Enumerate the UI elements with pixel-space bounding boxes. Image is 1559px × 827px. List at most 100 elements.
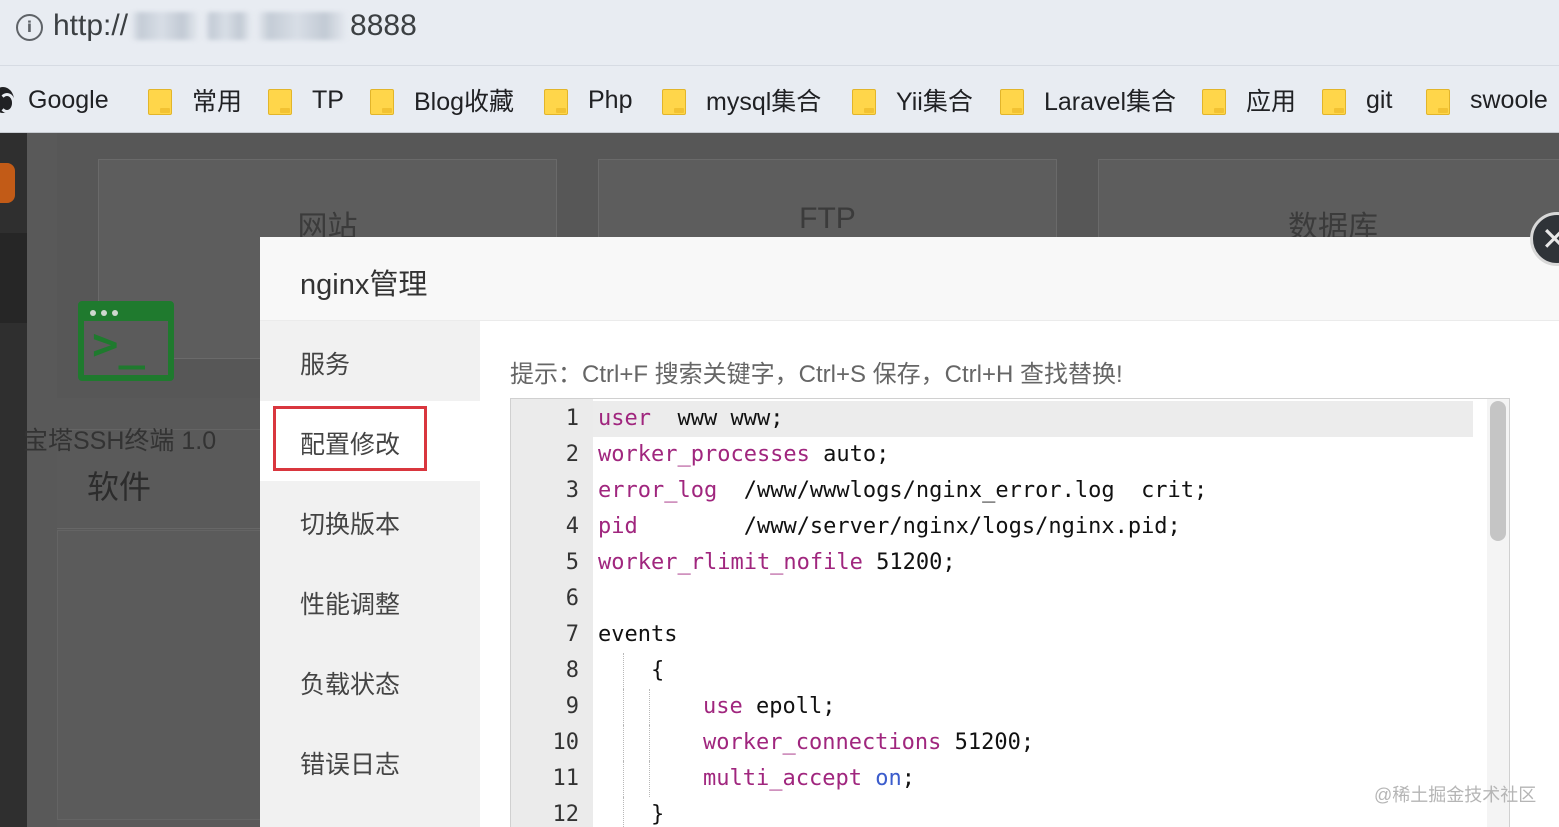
- ssh-terminal-label: 宝塔SSH终端 1.0: [23, 427, 217, 455]
- google-icon: [0, 87, 15, 113]
- folder-icon: [370, 87, 394, 115]
- nav-item-label: 服务: [300, 351, 351, 379]
- line-number: 11: [552, 766, 580, 791]
- code-text: worker_rlimit_nofile 51200;: [598, 545, 956, 581]
- folder-icon: [1322, 87, 1346, 115]
- code-rest: www www;: [650, 406, 784, 431]
- bookmark-label: Laravel集合: [1044, 88, 1176, 116]
- nav-item-error-log[interactable]: 错误日志: [260, 721, 480, 801]
- nav-item-service[interactable]: 服务: [260, 321, 480, 401]
- url-prefix: http://: [53, 9, 129, 42]
- bookmark-folder[interactable]: mysql集合: [662, 83, 821, 117]
- left-sidebar: [0, 133, 27, 827]
- code-line[interactable]: 12 }: [511, 797, 1481, 827]
- bookmark-label: 常用: [192, 88, 243, 116]
- bookmark-label: Yii集合: [896, 88, 973, 116]
- line-number: 3: [565, 478, 579, 503]
- site-info-icon[interactable]: i: [16, 14, 43, 41]
- indent-guide: [649, 725, 650, 761]
- divider: [57, 528, 277, 529]
- bookmark-label: mysql集合: [706, 88, 822, 116]
- code-text: multi_accept on;: [703, 761, 915, 797]
- code-text: worker_connections 51200;: [703, 725, 1034, 761]
- code-text: user www www;: [598, 401, 783, 437]
- url-text[interactable]: http:// 8888: [53, 9, 417, 43]
- code-rest: auto;: [809, 442, 890, 467]
- folder-icon: [1000, 87, 1024, 115]
- code-line[interactable]: 1 user www www;: [511, 401, 1481, 437]
- bookmark-folder[interactable]: 应用: [1202, 83, 1296, 117]
- nav-item-label: 错误日志: [300, 751, 401, 779]
- redacted-host-icon: [204, 12, 253, 40]
- nav-item-label: 切换版本: [300, 511, 401, 539]
- nav-item-label: 性能调整: [300, 591, 401, 619]
- bookmark-folder[interactable]: Yii集合: [852, 83, 973, 117]
- close-icon: ✕: [1541, 220, 1559, 258]
- bookmark-folder[interactable]: Blog收藏: [370, 83, 514, 117]
- terminal-icon: >_: [78, 301, 174, 381]
- bookmark-folder[interactable]: swoole: [1426, 83, 1548, 117]
- code-text: error_log /www/wwwlogs/nginx_error.log c…: [598, 473, 1207, 509]
- editor-scrollbar[interactable]: [1487, 399, 1509, 827]
- directive-keyword: worker_processes: [598, 442, 810, 467]
- line-number: 10: [552, 730, 580, 755]
- code-editor[interactable]: 1 user www www; 2 worker_processes auto; 3 er…: [510, 398, 1510, 827]
- bookmark-folder[interactable]: Php: [544, 83, 632, 117]
- directive-keyword: worker_connections: [703, 730, 942, 755]
- code-text: use epoll;: [703, 689, 835, 725]
- dialog-title: nginx管理: [300, 269, 428, 301]
- code-line[interactable]: 9 use epoll;: [511, 689, 1481, 725]
- code-tail: ;: [901, 766, 915, 791]
- code-line[interactable]: 5 worker_rlimit_nofile 51200;: [511, 545, 1481, 581]
- bookmark-folder[interactable]: Laravel集合: [1000, 83, 1176, 117]
- nav-item-performance[interactable]: 性能调整: [260, 561, 480, 641]
- dialog-body: 提示：Ctrl+F 搜索关键字，Ctrl+S 保存，Ctrl+H 查找替换! 1…: [480, 321, 1559, 827]
- code-line[interactable]: 2 worker_processes auto;: [511, 437, 1481, 473]
- line-number: 12: [552, 802, 580, 827]
- scroll-thumb[interactable]: [1490, 401, 1506, 541]
- code-line[interactable]: 10 worker_connections 51200;: [511, 725, 1481, 761]
- line-number: 6: [565, 586, 579, 611]
- line-number: 4: [565, 514, 579, 539]
- code-line[interactable]: 3 error_log /www/wwwlogs/nginx_error.log …: [511, 473, 1481, 509]
- nav-item-config[interactable]: 配置修改: [260, 401, 480, 481]
- code-rest: /www/server/nginx/logs/nginx.pid;: [637, 514, 1181, 539]
- bookmark-google[interactable]: Google: [0, 83, 109, 117]
- line-number: 9: [565, 694, 579, 719]
- code-line[interactable]: 4 pid /www/server/nginx/logs/nginx.pid;: [511, 509, 1481, 545]
- code-rest: epoll;: [742, 694, 836, 719]
- folder-icon: [1426, 87, 1450, 115]
- directive-keyword: worker_rlimit_nofile: [598, 550, 863, 575]
- indent-guide: [623, 725, 624, 761]
- nginx-manager-dialog: nginx管理 服务 配置修改 切换版本 性能调整 负载状态 错误日志 提示：C…: [260, 237, 1559, 827]
- nav-item-label: 负载状态: [300, 671, 401, 699]
- code-line[interactable]: 6: [511, 581, 1481, 617]
- line-number: 2: [565, 442, 579, 467]
- bookmark-label: 应用: [1246, 88, 1297, 116]
- bookmark-folder[interactable]: 常用: [148, 83, 242, 117]
- dialog-nav: 服务 配置修改 切换版本 性能调整 负载状态 错误日志: [260, 321, 480, 827]
- watermark: @稀土掘金技术社区: [1374, 785, 1537, 805]
- code-line[interactable]: 7 events: [511, 617, 1481, 653]
- code-rest: }: [598, 802, 665, 827]
- code-rest: [862, 766, 875, 791]
- bookmark-label: TP: [312, 85, 344, 114]
- code-text: {: [598, 653, 664, 689]
- directive-keyword: error_log: [598, 478, 718, 503]
- software-panel: 软件: [57, 429, 277, 827]
- ssh-terminal-card[interactable]: [57, 530, 277, 820]
- bookmark-folder[interactable]: git: [1322, 83, 1392, 117]
- directive-keyword: use: [703, 694, 743, 719]
- code-rest: {: [598, 658, 665, 683]
- code-text: }: [598, 797, 664, 827]
- bookmark-folder[interactable]: TP: [268, 83, 344, 117]
- redacted-host-icon: [256, 12, 349, 40]
- code-line[interactable]: 8 {: [511, 653, 1481, 689]
- code-line[interactable]: 11 multi_accept on;: [511, 761, 1481, 797]
- code-text: events: [598, 617, 677, 653]
- nav-item-switch-version[interactable]: 切换版本: [260, 481, 480, 561]
- bookmark-label: Php: [588, 85, 633, 114]
- nav-item-load-status[interactable]: 负载状态: [260, 641, 480, 721]
- software-title: 软件: [87, 469, 152, 505]
- address-bar[interactable]: i http:// 8888: [0, 0, 1559, 66]
